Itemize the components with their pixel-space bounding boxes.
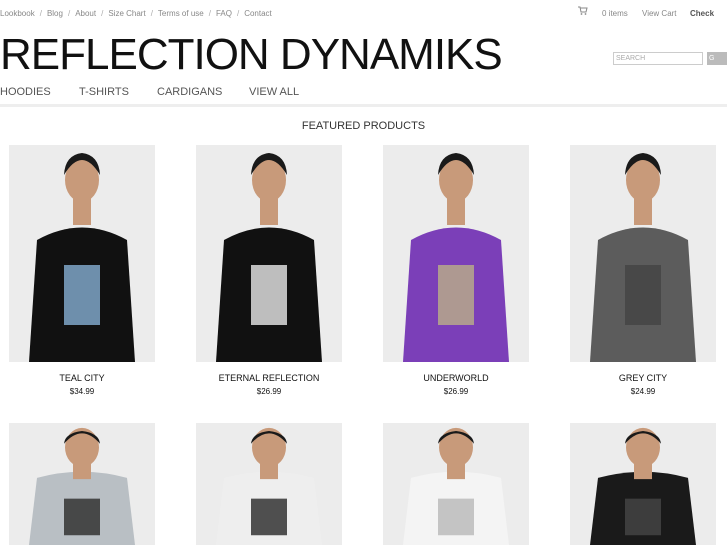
product-card[interactable] (9, 423, 155, 545)
product-photo[interactable] (196, 423, 342, 545)
product-card[interactable] (383, 423, 529, 545)
model-image (383, 145, 529, 362)
size-chart-link[interactable]: Size Chart (108, 9, 145, 18)
checkout-link[interactable]: Check (690, 9, 714, 18)
product-photo[interactable] (570, 423, 716, 545)
product-photo[interactable] (196, 145, 342, 362)
search-input[interactable]: SEARCH (613, 52, 703, 65)
lookbook-link[interactable]: Lookbook (0, 9, 35, 18)
model-image (383, 423, 529, 545)
nav-t-shirts[interactable]: T-SHIRTS (79, 86, 129, 98)
product-card[interactable] (570, 423, 716, 545)
product-name[interactable]: TEAL CITY (9, 373, 155, 383)
nav-divider (0, 104, 727, 107)
terms-link[interactable]: Terms of use (158, 9, 204, 18)
product-photo[interactable] (9, 423, 155, 545)
search-button[interactable]: G (707, 52, 727, 65)
product-price: $34.99 (69, 387, 95, 396)
product-card[interactable]: GREY CITY $24.99 (570, 145, 716, 405)
model-image (9, 145, 155, 362)
product-card[interactable] (196, 423, 342, 545)
model-image (570, 423, 716, 545)
product-price: $26.99 (256, 387, 282, 396)
product-photo[interactable] (9, 145, 155, 362)
top-utility-bar: Lookbook / Blog / About / Size Chart / Terms of … (0, 0, 727, 26)
model-image (9, 423, 155, 545)
product-name[interactable]: GREY CITY (570, 373, 716, 383)
model-image (196, 423, 342, 545)
product-card[interactable]: TEAL CITY $34.99 (9, 145, 155, 405)
view-cart-link[interactable]: View Cart (642, 9, 677, 18)
blog-link[interactable]: Blog (47, 9, 63, 18)
faq-link[interactable]: FAQ (216, 9, 232, 18)
product-price: $24.99 (630, 387, 656, 396)
contact-link[interactable]: Contact (244, 9, 272, 18)
site-logo[interactable]: REFLECTION DYNAMIKS (0, 30, 503, 80)
product-card[interactable]: UNDERWORLD $26.99 (383, 145, 529, 405)
nav-view-all[interactable]: VIEW ALL (249, 86, 299, 98)
cart-icon[interactable] (578, 6, 588, 16)
model-image (570, 145, 716, 362)
model-image (196, 145, 342, 362)
product-photo[interactable] (383, 423, 529, 545)
top-links: Lookbook / Blog / About / Size Chart / Terms of … (0, 9, 272, 18)
product-name[interactable]: ETERNAL REFLECTION (196, 373, 342, 383)
product-photo[interactable] (570, 145, 716, 362)
product-photo[interactable] (383, 145, 529, 362)
featured-products-heading: FEATURED PRODUCTS (301, 120, 426, 132)
product-name[interactable]: UNDERWORLD (383, 373, 529, 383)
cart-count[interactable]: 0 items (602, 9, 628, 18)
product-price: $26.99 (443, 387, 469, 396)
about-link[interactable]: About (75, 9, 96, 18)
product-card[interactable]: ETERNAL REFLECTION $26.99 (196, 145, 342, 405)
nav-cardigans[interactable]: CARDIGANS (157, 86, 222, 98)
nav-hoodies[interactable]: HOODIES (0, 86, 51, 98)
